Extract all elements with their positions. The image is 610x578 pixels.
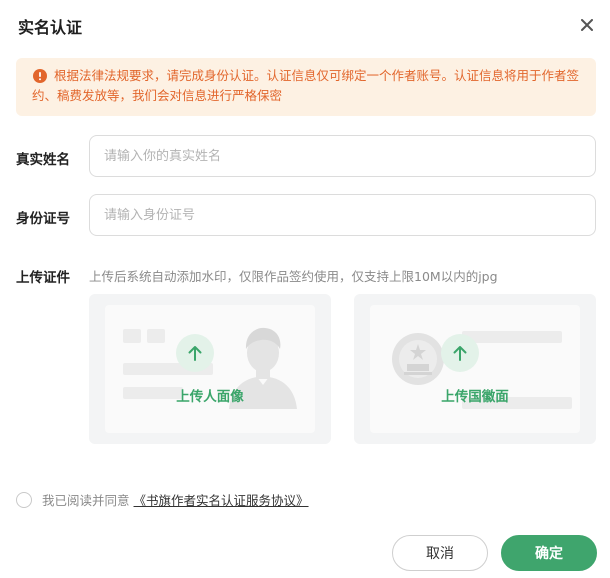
- dialog-title: 实名认证: [18, 18, 83, 37]
- national-emblem-icon: [392, 333, 444, 385]
- agreement-radio[interactable]: [16, 491, 32, 508]
- agreement-prefix: 我已阅读并同意: [42, 493, 130, 508]
- id-card-placeholder: [105, 305, 315, 433]
- real-name-input[interactable]: [89, 135, 596, 177]
- arrow-up-icon: [188, 346, 202, 361]
- upload-hint: 上传后系统自动添加水印，仅限作品签约使用，仅支持上限10M以内的jpg: [89, 269, 498, 284]
- close-button[interactable]: [577, 15, 597, 35]
- id-number-input[interactable]: [89, 194, 596, 236]
- upload-portrait-side[interactable]: 上传人面像: [89, 294, 331, 444]
- notice-text: 根据法律法规要求，请完成身份认证。认证信息仅可绑定一个作者账号。认证信息将用于作…: [32, 68, 580, 103]
- real-name-auth-dialog: 实名认证 根据法律法规要求，请完成身份认证。认证信息仅可绑定一个作者账号。认证信…: [0, 0, 610, 578]
- arrow-up-icon: [453, 346, 467, 361]
- confirm-button[interactable]: 确定: [501, 535, 597, 571]
- notice-banner: 根据法律法规要求，请完成身份认证。认证信息仅可绑定一个作者账号。认证信息将用于作…: [16, 58, 596, 116]
- upload-emblem-side[interactable]: 上传国徽面: [354, 294, 596, 444]
- id-card-placeholder: [370, 305, 580, 433]
- cancel-button[interactable]: 取消: [392, 535, 488, 571]
- upload-button-circle: [176, 334, 214, 372]
- upload-portrait-label: 上传人面像: [176, 389, 244, 405]
- upload-emblem-label: 上传国徽面: [441, 389, 509, 405]
- upload-button-circle: [441, 334, 479, 372]
- close-icon: [581, 19, 593, 31]
- agreement-row: 我已阅读并同意 《书旗作者实名认证服务协议》: [16, 490, 309, 509]
- agreement-link[interactable]: 《书旗作者实名认证服务协议》: [134, 490, 309, 509]
- warning-icon: [33, 69, 47, 83]
- upload-label: 上传证件: [16, 270, 70, 286]
- id-number-label: 身份证号: [16, 211, 70, 227]
- name-label: 真实姓名: [16, 152, 70, 168]
